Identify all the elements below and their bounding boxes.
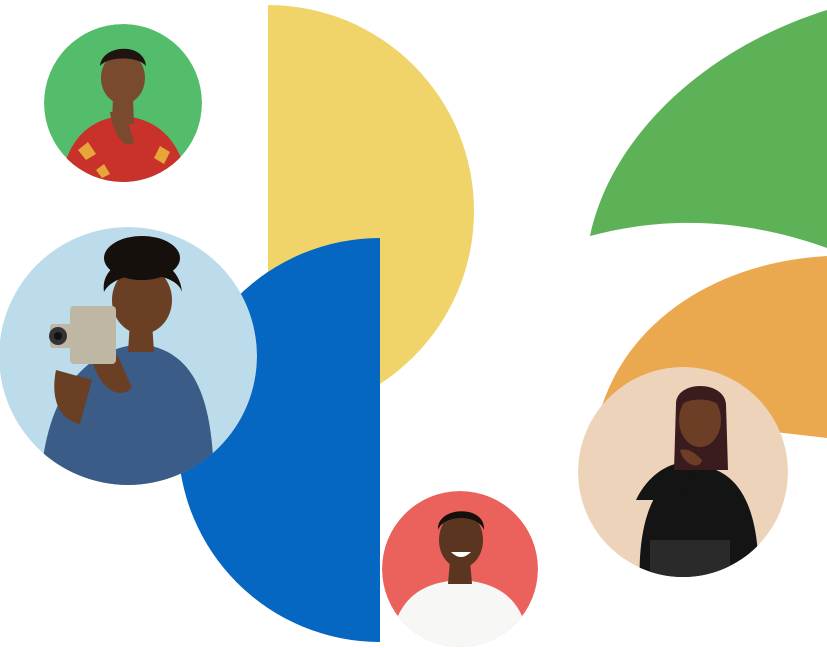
portrait-man-white-shirt: [382, 491, 538, 647]
portrait-woman-black-top: [578, 367, 788, 577]
green-leaf-shape: [590, 10, 827, 248]
hero-collage: [0, 5, 827, 647]
portrait-man-patterned-shirt: [44, 24, 202, 182]
